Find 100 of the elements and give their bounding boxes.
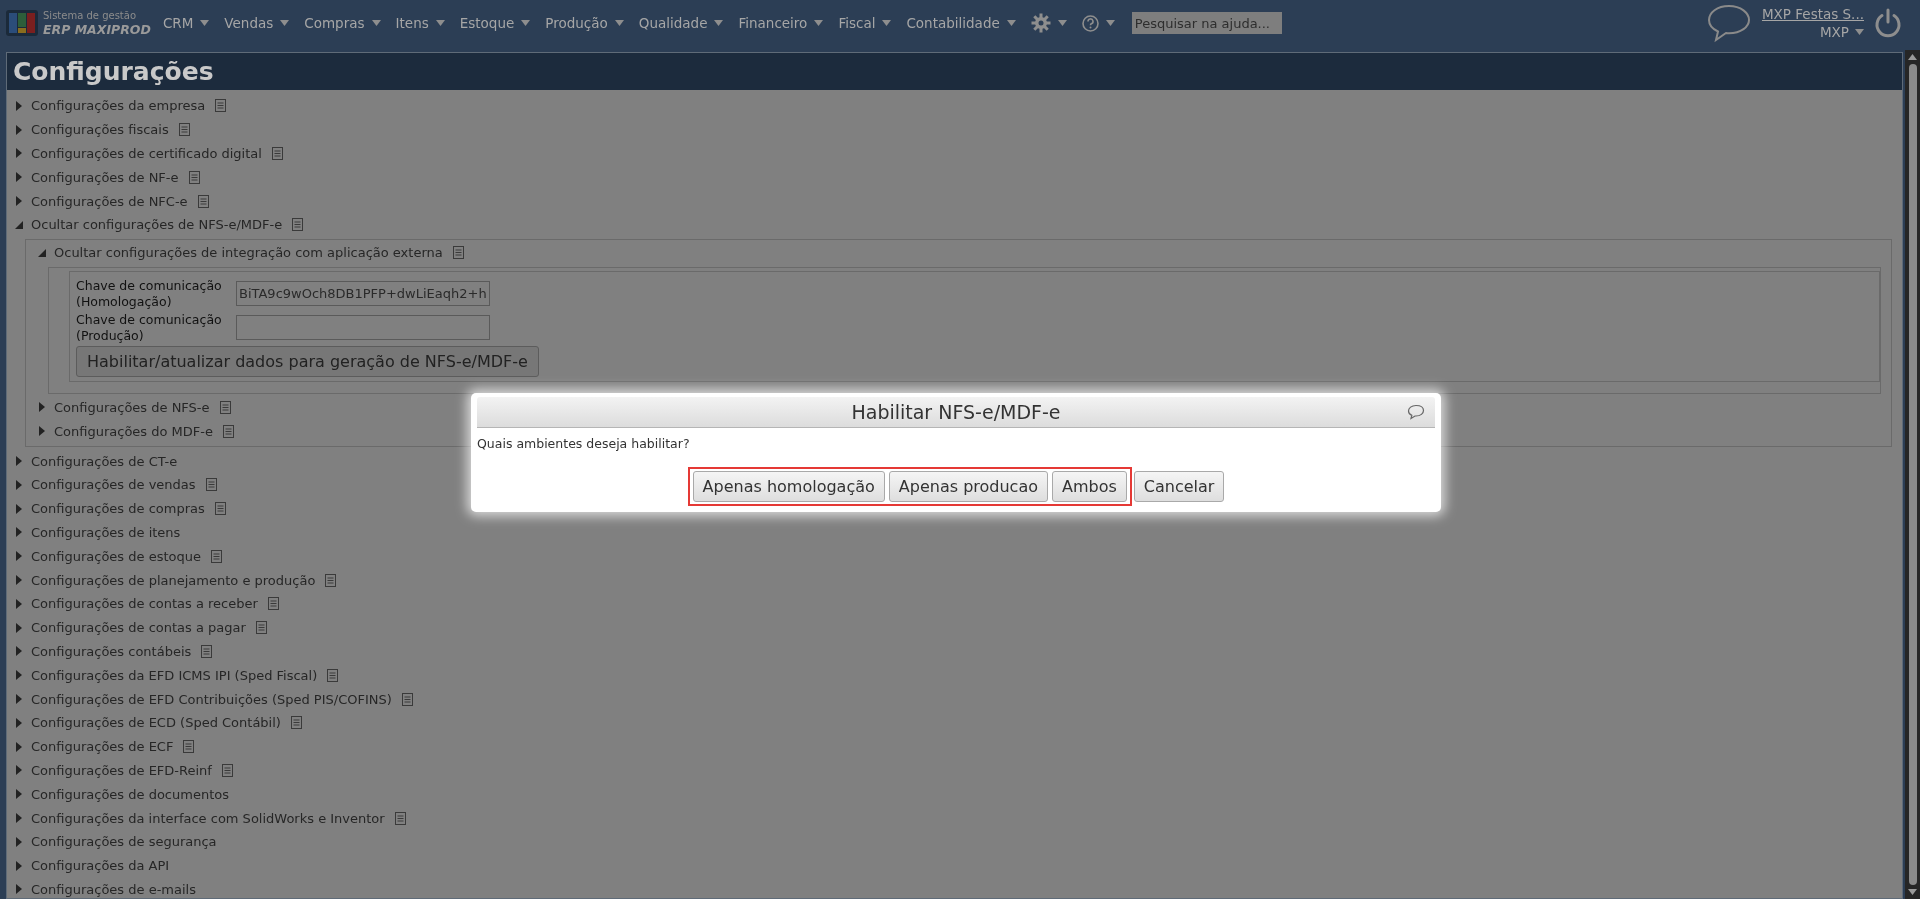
company-selector[interactable]: MXP (1819, 24, 1849, 40)
dialog-button[interactable]: Apenas producao (888, 471, 1048, 502)
expand-triangle-icon[interactable] (15, 575, 23, 586)
user-link[interactable]: MXP Festas S... (1761, 6, 1864, 22)
document-icon[interactable] (290, 716, 302, 730)
document-icon[interactable] (214, 502, 226, 516)
expand-triangle-icon[interactable] (15, 741, 23, 752)
expand-triangle-icon[interactable] (15, 670, 23, 681)
document-icon[interactable] (178, 123, 190, 137)
tree-item-link[interactable]: Configurações de estoque (31, 548, 201, 564)
tree-item-link[interactable]: Ocultar configurações de integração com aplicação externa (54, 245, 443, 261)
document-icon[interactable] (215, 99, 227, 113)
document-icon[interactable] (205, 478, 217, 492)
menu-item[interactable]: Compras (304, 15, 365, 31)
expand-triangle-icon[interactable] (15, 884, 23, 895)
tree-item-link[interactable]: Configurações de contas a pagar (31, 620, 246, 636)
document-icon[interactable] (188, 170, 200, 184)
expand-triangle-icon[interactable] (15, 456, 23, 467)
expand-triangle-icon[interactable] (15, 646, 23, 657)
expand-triangle-icon[interactable] (15, 836, 23, 847)
tree-item-link[interactable]: Configurações de e-mails (31, 881, 196, 897)
tree-item-link[interactable]: Configurações de vendas (31, 477, 196, 493)
document-icon[interactable] (267, 597, 279, 611)
enable-button[interactable]: Habilitar/atualizar dados para geração de NFS-e/MDF-e (76, 345, 539, 377)
document-icon[interactable] (327, 668, 339, 682)
menu-item[interactable]: Fiscal (838, 15, 876, 31)
input-field[interactable]: BiTA9c9wOch8DB1PFP+dwLiEaqh2+h (236, 281, 490, 307)
document-icon[interactable] (401, 692, 413, 706)
expand-triangle-icon[interactable] (15, 598, 23, 609)
expand-triangle-icon[interactable] (15, 124, 23, 135)
document-icon[interactable] (452, 246, 464, 260)
menu-item[interactable]: Qualidade (638, 15, 708, 31)
tree-item-link[interactable]: Configurações da EFD ICMS IPI (Sped Fiscal) (31, 667, 318, 683)
expand-triangle-icon[interactable] (15, 479, 23, 490)
collapse-triangle-icon[interactable] (15, 220, 23, 229)
document-icon[interactable] (183, 740, 195, 754)
menu-item[interactable]: Itens (395, 15, 429, 31)
tree-item-link[interactable]: Configurações de segurança (31, 834, 217, 850)
expand-triangle-icon[interactable] (15, 813, 23, 823)
tree-item-link[interactable]: Configurações de NFC-e (31, 193, 188, 209)
power-icon[interactable] (1874, 8, 1902, 38)
settings-icon[interactable] (1030, 13, 1051, 33)
expand-triangle-icon[interactable] (15, 100, 23, 111)
menu-item[interactable]: Vendas (224, 15, 274, 31)
search-field[interactable]: Pesquisar na ajuda... (1131, 12, 1282, 34)
document-icon[interactable] (210, 549, 222, 563)
document-icon[interactable] (201, 644, 213, 658)
expand-triangle-icon[interactable] (15, 860, 23, 871)
menu-item[interactable]: CRM (162, 15, 194, 31)
chat-bubble-icon[interactable] (1705, 3, 1752, 43)
tree-item-link[interactable]: Configurações de NF-e (31, 169, 179, 185)
expand-triangle-icon[interactable] (15, 527, 23, 538)
expand-triangle-icon[interactable] (15, 196, 23, 207)
expand-triangle-icon[interactable] (15, 551, 23, 562)
document-icon[interactable] (219, 400, 231, 414)
document-icon[interactable] (394, 811, 406, 825)
scrollbar[interactable] (1905, 50, 1920, 899)
tree-item-link[interactable]: Configurações de ECF (31, 739, 174, 755)
tree-item-link[interactable]: Configurações de ECD (Sped Contábil) (31, 715, 281, 731)
expand-triangle-icon[interactable] (15, 148, 23, 159)
tree-item-link[interactable]: Configurações de compras (31, 501, 205, 517)
expand-triangle-icon[interactable] (38, 426, 46, 437)
tree-item-link[interactable]: Configurações de documentos (31, 786, 229, 802)
expand-triangle-icon[interactable] (15, 172, 23, 183)
scroll-up-arrow-icon[interactable] (1908, 54, 1917, 60)
tree-item-link[interactable]: Configurações de CT-e (31, 453, 178, 469)
expand-triangle-icon[interactable] (15, 717, 23, 728)
expand-triangle-icon[interactable] (15, 765, 23, 776)
expand-triangle-icon[interactable] (15, 622, 23, 633)
tree-item-link[interactable]: Configurações da interface com SolidWorks e Inventor (31, 810, 385, 826)
tree-item-link[interactable]: Configurações contábeis (31, 643, 192, 659)
tree-item-link[interactable]: Configurações do MDF-e (54, 423, 213, 439)
scrollbar-thumb[interactable] (1908, 64, 1917, 885)
expand-triangle-icon[interactable] (15, 503, 23, 514)
tree-item-link[interactable]: Configurações fiscais (31, 122, 169, 138)
input-field[interactable] (236, 315, 490, 341)
tree-item-link[interactable]: Configurações da API (31, 858, 170, 874)
document-icon[interactable] (223, 424, 234, 438)
tree-item-link[interactable]: Configurações da empresa (31, 98, 206, 114)
tree-item-link[interactable]: Ocultar configurações de NFS-e/MDF-e (31, 217, 283, 233)
speech-bubble-icon[interactable] (1407, 404, 1425, 420)
menu-item[interactable]: Financeiro (738, 15, 808, 31)
tree-item-link[interactable]: Configurações de NFS-e (54, 399, 210, 415)
document-icon[interactable] (255, 621, 267, 635)
help-icon[interactable] (1081, 14, 1099, 32)
document-icon[interactable] (197, 194, 209, 208)
tree-item-link[interactable]: Configurações de EFD-Reinf (31, 762, 212, 778)
menu-item[interactable]: Contabilidade (906, 15, 1000, 31)
tree-item-link[interactable]: Configurações de itens (31, 524, 181, 540)
expand-triangle-icon[interactable] (38, 402, 46, 413)
document-icon[interactable] (292, 218, 304, 232)
menu-item[interactable]: Estoque (459, 15, 515, 31)
expand-triangle-icon[interactable] (15, 789, 23, 800)
document-icon[interactable] (325, 573, 337, 587)
dialog-button[interactable]: Apenas homologação (692, 471, 885, 502)
tree-item-link[interactable]: Configurações de EFD Contribuições (Sped PIS/COFINS) (31, 691, 392, 707)
document-icon[interactable] (271, 147, 283, 160)
tree-item-link[interactable]: Configurações de certificado digital (31, 146, 262, 161)
scroll-down-arrow-icon[interactable] (1908, 889, 1917, 895)
document-icon[interactable] (221, 763, 233, 777)
